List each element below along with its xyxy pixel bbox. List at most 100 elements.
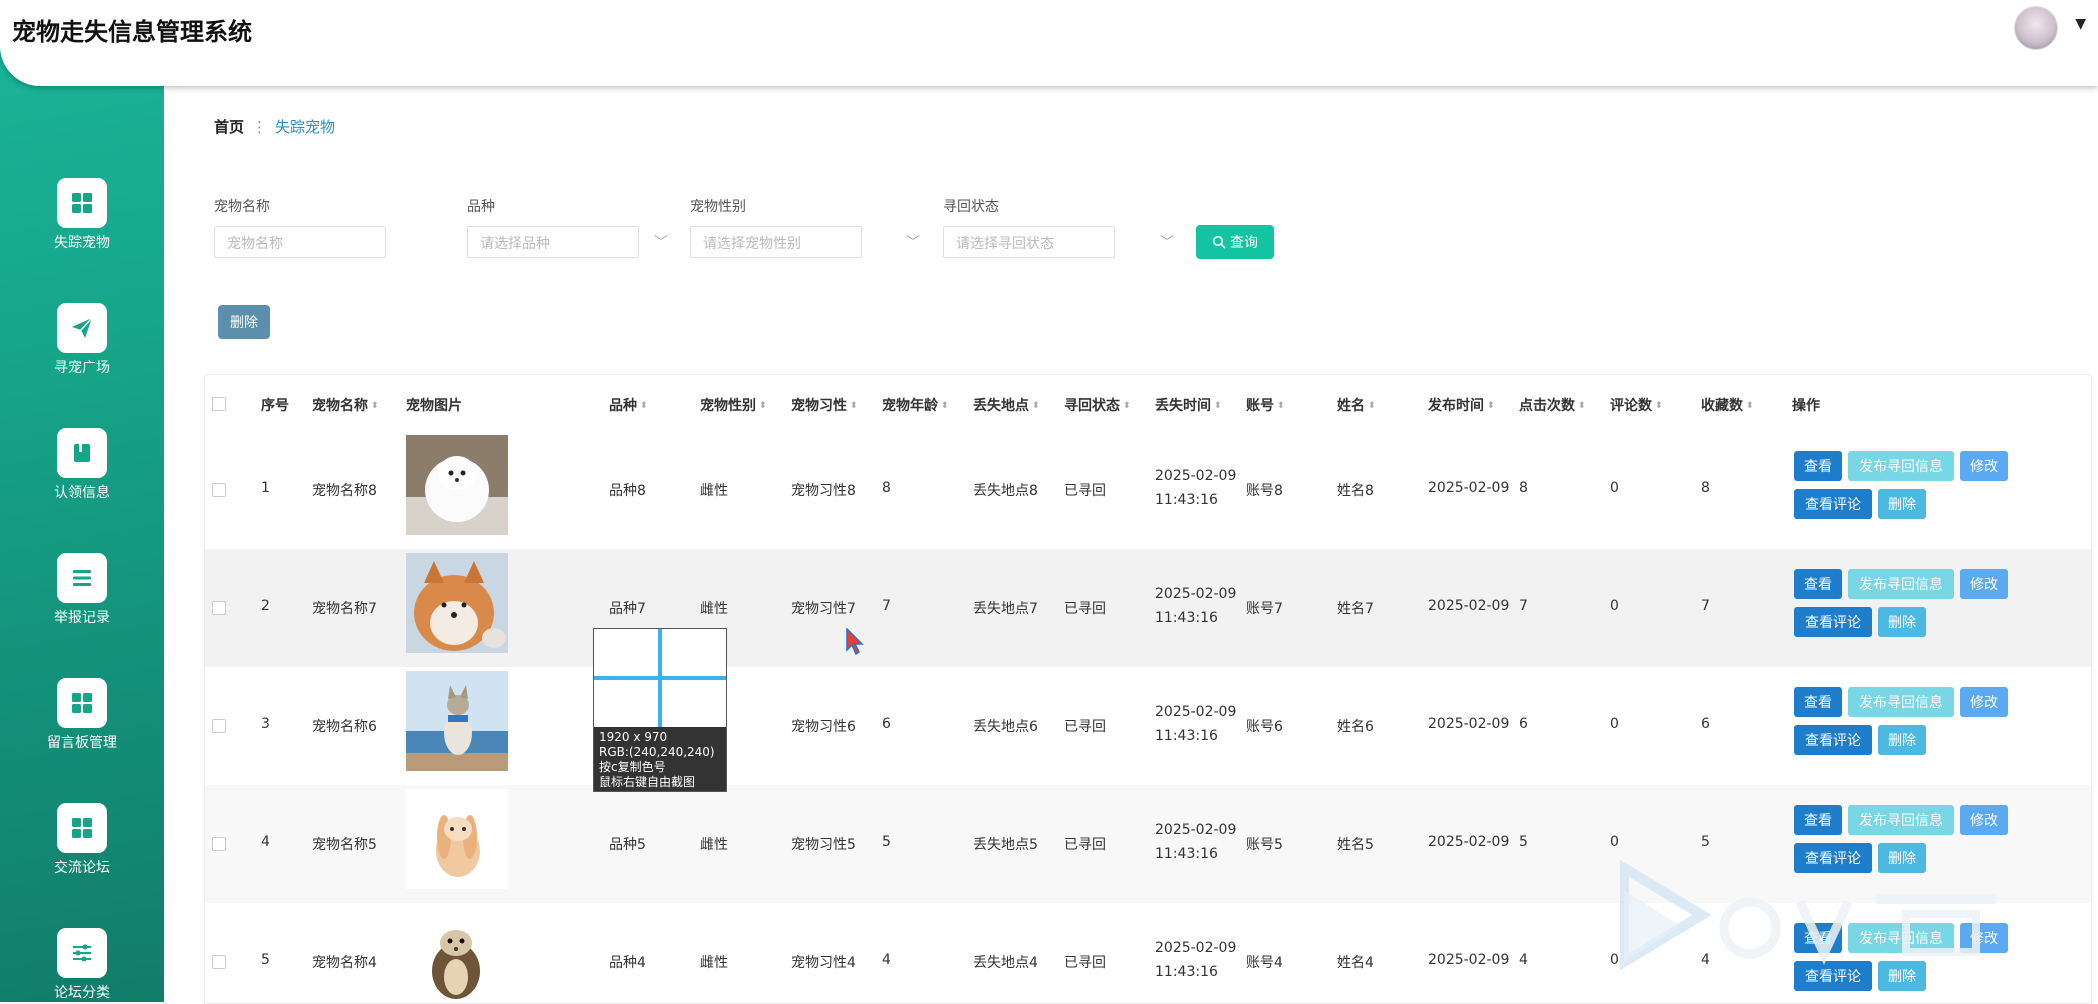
mouse-cursor-icon (846, 627, 866, 660)
cell-comments: 0 (1610, 480, 1619, 496)
table-row: 1 宠物名称8 品种8 雌性 宠物习性8 8 丢失地点8 已寻回 2025-02… (205, 431, 2091, 550)
sort-icon: ⬍ (1277, 401, 1285, 411)
sidebar-item-message-board[interactable]: 留言板管理 (0, 678, 164, 752)
view-button[interactable]: 查看 (1794, 451, 1842, 481)
cell-breed: 品种5 (609, 837, 646, 853)
select-all-checkbox[interactable] (212, 397, 226, 411)
picker-size: 1920 x 970 (599, 730, 668, 744)
sidebar-item-claims[interactable]: 认领信息 (0, 428, 164, 502)
cell-age: 5 (882, 834, 891, 850)
chevron-down-icon[interactable]: ﹀ (1160, 232, 1174, 252)
grid-icon (57, 678, 107, 728)
avatar[interactable] (2014, 6, 2058, 50)
sidebar-item-missing-pets[interactable]: 失踪宠物 (0, 178, 164, 252)
col-pet-image: 宠物图片 (406, 398, 462, 414)
col-account[interactable]: 账号 ⬍ (1246, 395, 1285, 415)
col-lost-place[interactable]: 丢失地点 ⬍ (973, 395, 1040, 415)
sidebar-item-label: 认领信息 (54, 485, 110, 501)
publish-found-button[interactable]: 发布寻回信息 (1848, 451, 1954, 481)
col-breed[interactable]: 品种 ⬍ (609, 395, 648, 415)
cell-publish-time: 2025-02-09 (1428, 480, 1510, 496)
cell-account: 账号7 (1246, 601, 1283, 617)
col-comments[interactable]: 评论数 ⬍ (1610, 395, 1663, 415)
sidebar: 失踪宠物 寻宠广场 认领信息 举报记录 留言板管理 交流论坛 论坛分类 (0, 0, 164, 1002)
picker-info: 1920 x 970 RGB:(240,240,240) 按c复制色号 鼠标右键… (594, 727, 726, 791)
breadcrumb: 首页 ⋮ 失踪宠物 (214, 116, 335, 137)
delete-button[interactable]: 删除 (1878, 489, 1926, 519)
query-button[interactable]: 查询 (1196, 225, 1274, 259)
col-age[interactable]: 宠物年龄 ⬍ (882, 395, 949, 415)
cell-lost-time: 11:43:16 (1155, 964, 1218, 980)
cell-clicks: 8 (1519, 480, 1528, 496)
sidebar-item-forum[interactable]: 交流论坛 (0, 803, 164, 877)
edit-button[interactable]: 修改 (1960, 687, 2008, 717)
delete-button[interactable]: 删除 (1878, 725, 1926, 755)
batch-delete-button[interactable]: 删除 (218, 305, 270, 339)
col-habit[interactable]: 宠物习性 ⬍ (791, 395, 858, 415)
cell-favorites: 6 (1701, 716, 1710, 732)
sidebar-item-reports[interactable]: 举报记录 (0, 553, 164, 627)
row-checkbox[interactable] (212, 601, 226, 615)
cell-clicks: 7 (1519, 598, 1528, 614)
col-person[interactable]: 姓名 ⬍ (1337, 395, 1376, 415)
cell-breed: 品种4 (609, 955, 646, 971)
sidebar-item-forum-category[interactable]: 论坛分类 (0, 928, 164, 1002)
edit-button[interactable]: 修改 (1960, 569, 2008, 599)
col-pet-name[interactable]: 宠物名称 ⬍ (312, 395, 379, 415)
publish-found-button[interactable]: 发布寻回信息 (1848, 569, 1954, 599)
cell-lost-time: 11:43:16 (1155, 610, 1218, 626)
sort-icon: ⬍ (1032, 401, 1040, 411)
row-checkbox[interactable] (212, 483, 226, 497)
cell-habit: 宠物习性6 (791, 719, 856, 735)
view-button[interactable]: 查看 (1794, 687, 1842, 717)
cell-publish-time: 2025-02-09 (1428, 834, 1510, 850)
sidebar-item-label: 留言板管理 (47, 735, 117, 751)
pet-image (406, 907, 508, 1003)
caret-down-icon[interactable]: ▼ (2075, 16, 2086, 32)
cell-lost-date: 2025-02-09 (1155, 468, 1237, 484)
pet-name-input[interactable]: 宠物名称 (214, 226, 386, 258)
view-button[interactable]: 查看 (1794, 569, 1842, 599)
sidebar-item-pet-square[interactable]: 寻宠广场 (0, 303, 164, 377)
sort-icon: ⬍ (1487, 401, 1495, 411)
chevron-down-icon[interactable]: ﹀ (906, 232, 920, 252)
row-checkbox[interactable] (212, 719, 226, 733)
pet-image (406, 553, 508, 653)
col-publish-time[interactable]: 发布时间 ⬍ (1428, 395, 1495, 415)
row-checkbox[interactable] (212, 837, 226, 851)
col-favorites[interactable]: 收藏数 ⬍ (1701, 395, 1754, 415)
picker-hint-copy: 按c复制色号 (599, 760, 666, 774)
chevron-down-icon[interactable]: ﹀ (654, 232, 668, 252)
breadcrumb-home[interactable]: 首页 (214, 118, 244, 136)
view-comments-button[interactable]: 查看评论 (1794, 489, 1872, 519)
cell-status: 已寻回 (1064, 483, 1106, 499)
pet-gender-select[interactable]: 请选择宠物性别 (690, 226, 862, 258)
list-icon (57, 553, 107, 603)
row-checkbox[interactable] (212, 955, 226, 969)
col-actions: 操作 (1792, 398, 1820, 414)
cell-habit: 宠物习性5 (791, 837, 856, 853)
publish-found-button[interactable]: 发布寻回信息 (1848, 687, 1954, 717)
col-clicks[interactable]: 点击次数 ⬍ (1519, 395, 1586, 415)
publish-found-button[interactable]: 发布寻回信息 (1848, 805, 1954, 835)
table-row: 2 宠物名称7 品种7 雌性 宠物习性7 7 丢失地点7 已寻回 2025-02… (205, 549, 2091, 668)
col-lost-time[interactable]: 丢失时间 ⬍ (1155, 395, 1222, 415)
breed-select[interactable]: 请选择品种 (467, 226, 639, 258)
delete-button[interactable]: 删除 (1878, 607, 1926, 637)
paper-plane-icon (57, 303, 107, 353)
breadcrumb-separator-icon: ⋮ (252, 118, 268, 136)
cell-habit: 宠物习性7 (791, 601, 856, 617)
sort-icon: ⬍ (759, 401, 767, 411)
col-gender[interactable]: 宠物性别 ⬍ (700, 395, 767, 415)
cell-lost-date: 2025-02-09 (1155, 940, 1237, 956)
picker-rgb: RGB:(240,240,240) (599, 745, 715, 759)
edit-button[interactable]: 修改 (1960, 451, 2008, 481)
view-button[interactable]: 查看 (1794, 805, 1842, 835)
col-status[interactable]: 寻回状态 ⬍ (1064, 395, 1131, 415)
view-comments-button[interactable]: 查看评论 (1794, 725, 1872, 755)
edit-button[interactable]: 修改 (1960, 805, 2008, 835)
cell-person: 姓名8 (1337, 483, 1374, 499)
pet-name-label: 宠物名称 (214, 199, 270, 215)
view-comments-button[interactable]: 查看评论 (1794, 607, 1872, 637)
status-select[interactable]: 请选择寻回状态 (943, 226, 1115, 258)
